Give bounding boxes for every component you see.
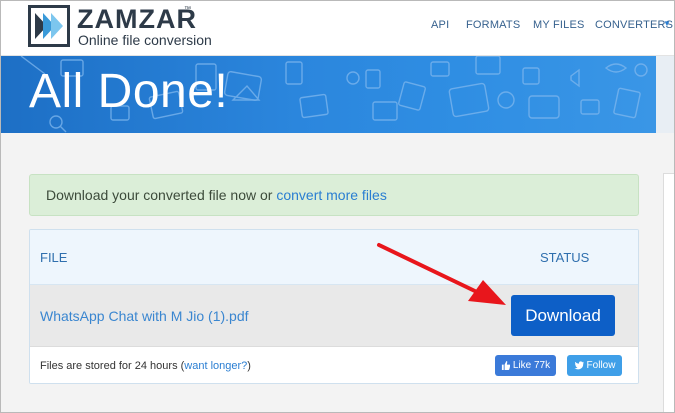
thumbs-up-icon [501,361,510,370]
twitter-bird-icon [573,361,584,370]
nav-item-formats[interactable]: FORMATS [466,19,520,31]
banner-side-strip [656,56,674,133]
storage-note: Files are stored for 24 hours (want long… [40,360,251,372]
alert-text: Download your converted file now or [46,187,277,203]
convert-more-files-link[interactable]: convert more files [276,187,386,203]
site-header: ZAMZAR ™ Online file conversion API FORM… [1,1,674,56]
page-frame: ZAMZAR ™ Online file conversion API FORM… [0,0,675,413]
table-footer: Files are stored for 24 hours (want long… [30,347,638,383]
storage-note-text: Files are stored for 24 hours ( [40,360,185,372]
like-count: Like 77k [512,360,551,371]
right-side-panel [663,173,674,412]
twitter-follow-button[interactable]: Follow [567,355,622,376]
converted-files-table: FILE STATUS WhatsApp Chat with M Jio (1)… [29,229,639,384]
want-longer-link[interactable]: want longer? [184,360,247,372]
trademark-symbol: ™ [184,6,191,13]
caret-down-icon[interactable]: ▼ [663,19,671,28]
storage-note-close: ) [247,360,251,372]
hero-banner: All Done! [1,56,656,133]
main-nav: API FORMATS MY FILES CONVERTERS ▼ [1,19,674,35]
nav-item-api[interactable]: API [431,19,449,31]
column-header-status: STATUS [540,250,590,265]
download-button[interactable]: Download [511,295,615,336]
table-header: FILE STATUS [30,230,638,285]
page-title: All Done! [29,65,229,118]
column-header-file: FILE [40,250,68,265]
success-alert: Download your converted file now or conv… [29,174,639,216]
nav-item-converters[interactable]: CONVERTERS [595,19,673,31]
banner-side-block [656,56,674,133]
converted-file-link[interactable]: WhatsApp Chat with M Jio (1).pdf [40,308,249,324]
facebook-like-button[interactable]: Like 77k [495,355,556,376]
table-row: WhatsApp Chat with M Jio (1).pdf Downloa… [30,285,638,347]
nav-item-my-files[interactable]: MY FILES [533,19,585,31]
follow-label: Follow [586,360,616,371]
